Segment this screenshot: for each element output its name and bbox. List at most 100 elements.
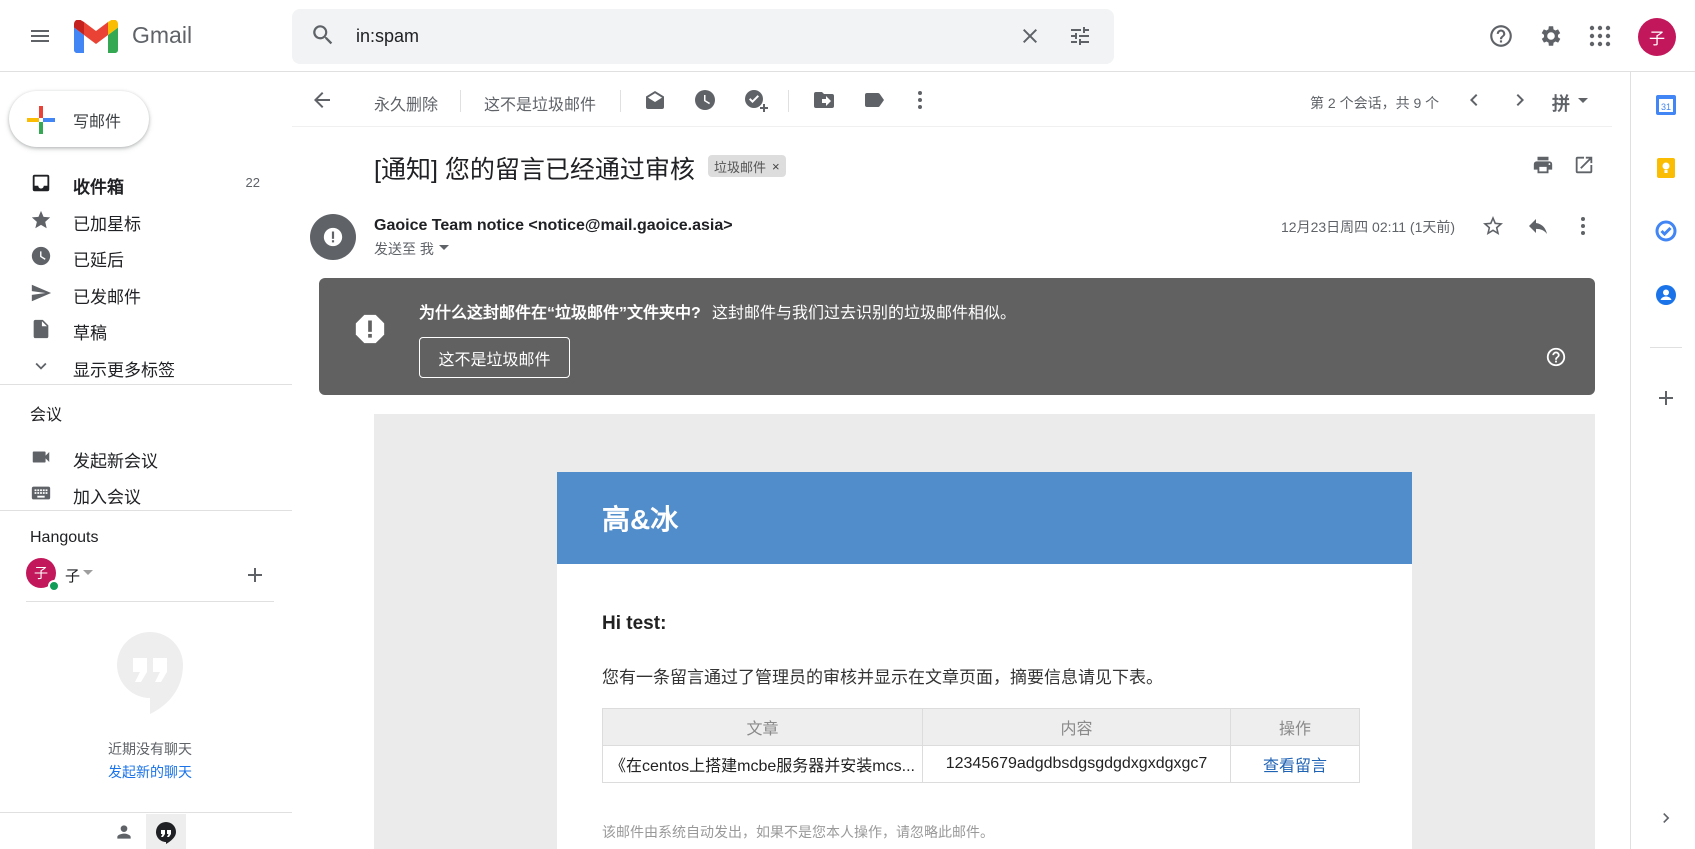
show-details-caret-icon[interactable] — [439, 245, 449, 251]
clear-search-icon[interactable] — [1018, 24, 1042, 48]
new-meeting-label: 发起新会议 — [73, 452, 158, 471]
start-chat-link[interactable]: 发起新的聊天 — [0, 762, 300, 782]
next-conversation-icon[interactable] — [1508, 88, 1532, 112]
get-addons-plus-icon[interactable] — [1656, 388, 1676, 408]
tasks-icon[interactable] — [1654, 219, 1678, 243]
hangouts-title: Hangouts — [30, 529, 99, 546]
send-icon — [30, 282, 52, 304]
hangouts-tab-icon — [156, 822, 176, 844]
gear-icon[interactable] — [1538, 23, 1564, 49]
caret-down-icon[interactable] — [83, 570, 93, 576]
search-input[interactable] — [356, 26, 996, 47]
draft-icon — [30, 318, 52, 340]
unread-count: 22 — [245, 175, 260, 190]
snooze-clock-icon[interactable] — [693, 88, 717, 112]
print-icon[interactable] — [1532, 154, 1554, 176]
table-header-action: 操作 — [1230, 708, 1360, 746]
prev-conversation-icon[interactable] — [1462, 88, 1486, 112]
hangouts-user-name[interactable]: 子 — [65, 565, 80, 586]
apps-grid-icon[interactable] — [1588, 24, 1612, 48]
sender-name[interactable]: Gaoice Team notice <notice@mail.gaoice.a… — [374, 217, 733, 235]
sidebar-item-label: 草稿 — [73, 324, 107, 343]
back-arrow-icon[interactable] — [310, 88, 334, 112]
new-meeting-item[interactable]: 发起新会议 — [0, 438, 290, 474]
sidebar-divider — [0, 384, 292, 385]
account-avatar[interactable]: 子 — [1638, 18, 1676, 56]
sidebar-item-label: 已发邮件 — [73, 288, 141, 307]
hangouts-divider — [26, 601, 274, 602]
sidebar-bottom-divider — [0, 812, 292, 813]
chevron-down-icon — [30, 355, 52, 377]
expand-panel-chevron-icon[interactable] — [1656, 808, 1676, 828]
remove-label-icon[interactable]: × — [772, 159, 780, 174]
email-header-banner — [557, 472, 1412, 564]
email-brand-title: 高&冰 — [602, 504, 679, 535]
message-more-vert-icon[interactable] — [1571, 214, 1595, 238]
gmail-logo-text[interactable]: Gmail — [132, 22, 192, 49]
move-to-folder-icon[interactable] — [812, 88, 836, 112]
main-menu-icon[interactable] — [20, 16, 60, 56]
compose-plus-icon — [27, 106, 55, 134]
online-status-dot — [48, 580, 60, 592]
contacts-person-icon[interactable] — [114, 822, 134, 842]
email-greeting: Hi test: — [602, 613, 667, 634]
add-contact-icon[interactable] — [245, 565, 265, 585]
svg-text:31: 31 — [1661, 102, 1671, 112]
label-icon[interactable] — [862, 88, 886, 112]
spam-label-text: 垃圾邮件 — [714, 159, 767, 175]
input-tools-button[interactable]: 拼 — [1552, 90, 1570, 116]
join-meeting-item[interactable]: 加入会议 — [0, 474, 290, 510]
hangouts-quote-icon — [115, 630, 185, 716]
sidebar-divider — [0, 510, 292, 511]
keyboard-icon — [30, 482, 52, 504]
input-tools-caret-icon[interactable] — [1578, 98, 1588, 104]
search-icon[interactable] — [310, 22, 336, 48]
sidebar-item-starred[interactable]: 已加星标 — [0, 201, 290, 237]
toolbar-divider — [292, 126, 1612, 127]
banner-not-spam-button[interactable]: 这不是垃圾邮件 — [419, 337, 570, 378]
search-options-icon[interactable] — [1068, 24, 1092, 48]
article-title-cell: 《在centos上搭建mcbe服务器并安装mcs... — [602, 745, 923, 783]
toolbar-separator — [460, 90, 461, 112]
sidebar-item-snoozed[interactable]: 已延后 — [0, 237, 290, 273]
spam-label-chip[interactable]: 垃圾邮件 × — [708, 155, 786, 177]
toolbar-separator — [620, 90, 621, 112]
table-header-row: 文章 内容 操作 — [602, 708, 1360, 746]
table-header-article: 文章 — [602, 708, 923, 746]
toolbar-separator — [788, 90, 789, 112]
reply-icon[interactable] — [1526, 214, 1550, 238]
sidebar-item-label: 已延后 — [73, 251, 124, 270]
add-to-tasks-icon[interactable] — [743, 88, 769, 114]
star-icon — [30, 209, 52, 231]
not-spam-button[interactable]: 这不是垃圾邮件 — [484, 91, 596, 115]
meet-section-title: 会议 — [30, 407, 63, 424]
star-outline-icon[interactable] — [1481, 214, 1505, 238]
gmail-logo-icon[interactable] — [74, 20, 118, 53]
mark-unread-icon[interactable] — [643, 88, 667, 112]
delete-forever-button[interactable]: 永久删除 — [374, 91, 438, 115]
more-vert-icon[interactable] — [908, 88, 932, 112]
inbox-icon — [30, 172, 52, 194]
banner-help-icon[interactable] — [1545, 346, 1567, 368]
sidebar-item-more[interactable]: 显示更多标签 — [0, 347, 290, 383]
side-panel-divider — [1630, 72, 1631, 849]
table-row: 《在centos上搭建mcbe服务器并安装mcs... 12345679adgd… — [602, 745, 1360, 783]
no-chats-text: 近期没有聊天 — [108, 741, 192, 757]
keep-notes-icon[interactable] — [1654, 156, 1678, 180]
sidebar-item-drafts[interactable]: 草稿 — [0, 310, 290, 346]
message-date: 12月23日周四 02:11 (1天前) — [1281, 219, 1456, 235]
compose-label: 写邮件 — [73, 114, 122, 131]
sidebar-item-inbox[interactable]: 收件箱 22 — [0, 164, 290, 200]
pagination-text: 第 2 个会话，共 9 个 — [1310, 95, 1440, 111]
sender-warning-avatar — [310, 214, 356, 260]
help-icon[interactable] — [1488, 23, 1514, 49]
rail-divider — [1650, 347, 1682, 348]
video-camera-icon — [30, 446, 52, 468]
contacts-icon[interactable] — [1654, 283, 1678, 307]
calendar-icon[interactable]: 31 — [1654, 93, 1678, 117]
view-comment-link[interactable]: 查看留言 — [1230, 745, 1360, 783]
sidebar-item-sent[interactable]: 已发邮件 — [0, 274, 290, 310]
review-summary-table: 文章 内容 操作 《在centos上搭建mcbe服务器并安装mcs... 123… — [602, 708, 1360, 783]
clock-icon — [30, 245, 52, 267]
open-new-window-icon[interactable] — [1573, 154, 1595, 176]
